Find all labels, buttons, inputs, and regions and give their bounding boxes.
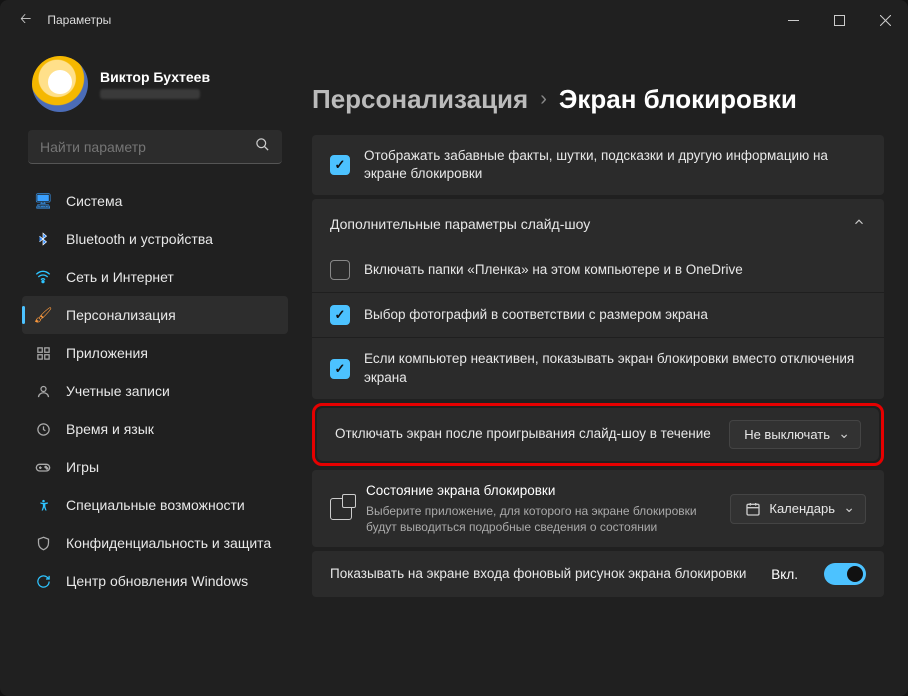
opt-fit-screen[interactable]: Выбор фотографий в соответствии с размер…: [312, 293, 884, 338]
nav-label: Приложения: [66, 345, 148, 361]
sync-icon: [34, 572, 52, 590]
close-button[interactable]: [862, 0, 908, 40]
setting-card: Отображать забавные факты, шутки, подска…: [312, 135, 884, 195]
show-signin-bg[interactable]: Показывать на экране входа фоновый рисун…: [312, 551, 884, 597]
nav-accessibility[interactable]: Специальные возможности: [22, 486, 288, 524]
back-button[interactable]: 🡠: [20, 8, 31, 32]
app-status-icon: [330, 498, 352, 520]
opt-inactive[interactable]: Если компьютер неактивен, показывать экр…: [312, 338, 884, 398]
expander-title: Дополнительные параметры слайд-шоу: [330, 216, 590, 232]
checkbox[interactable]: [330, 359, 350, 379]
user-block[interactable]: Виктор Бухтеев: [32, 56, 288, 112]
bluetooth-icon: [34, 230, 52, 248]
setting-label: Включать папки «Пленка» на этом компьюте…: [364, 261, 866, 279]
opt-turn-off-screen[interactable]: Отключать экран после проигрывания слайд…: [317, 408, 879, 461]
nav: 🖥 Система Bluetooth и устройства Сеть и И…: [22, 182, 288, 600]
nav-update[interactable]: Центр обновления Windows: [22, 562, 288, 600]
breadcrumb: Персонализация › Экран блокировки: [312, 84, 884, 115]
nav-system[interactable]: 🖥 Система: [22, 182, 288, 220]
setting-card: Состояние экрана блокировки Выберите при…: [312, 470, 884, 548]
calendar-icon: [745, 501, 761, 517]
nav-personalization[interactable]: 🖌 Персонализация: [22, 296, 288, 334]
search-input[interactable]: [40, 139, 255, 155]
turnoff-dropdown[interactable]: Не выключать: [729, 420, 861, 449]
toggle-label: Вкл.: [771, 567, 798, 582]
user-name: Виктор Бухтеев: [100, 69, 210, 85]
nav-label: Игры: [66, 459, 99, 475]
nav-privacy[interactable]: Конфиденциальность и защита: [22, 524, 288, 562]
dropdown-value: Календарь: [769, 501, 835, 516]
chevron-up-icon: [852, 215, 866, 232]
nav-label: Центр обновления Windows: [66, 573, 248, 589]
lock-screen-status[interactable]: Состояние экрана блокировки Выберите при…: [312, 470, 884, 548]
checkbox[interactable]: [330, 260, 350, 280]
breadcrumb-category[interactable]: Персонализация: [312, 84, 528, 115]
checkbox[interactable]: [330, 155, 350, 175]
setting-title: Состояние экрана блокировки: [366, 482, 716, 500]
nav-network[interactable]: Сеть и Интернет: [22, 258, 288, 296]
toggle-switch[interactable]: [824, 563, 866, 585]
nav-label: Время и язык: [66, 421, 154, 437]
search-icon: [255, 137, 270, 157]
sidebar: Виктор Бухтеев 🖥 Система Bluetooth и устр…: [0, 40, 300, 696]
clock-icon: [34, 420, 52, 438]
accessibility-icon: [34, 496, 52, 514]
nav-label: Персонализация: [66, 307, 176, 323]
chevron-right-icon: ›: [540, 88, 547, 111]
nav-accounts[interactable]: Учетные записи: [22, 372, 288, 410]
nav-label: Учетные записи: [66, 383, 170, 399]
dropdown-value: Не выключать: [744, 427, 830, 442]
monitor-icon: 🖥: [34, 192, 52, 210]
setting-label: Показывать на экране входа фоновый рисун…: [330, 565, 757, 583]
setting-card: Показывать на экране входа фоновый рисун…: [312, 551, 884, 597]
maximize-button[interactable]: [816, 0, 862, 40]
search-box[interactable]: [28, 130, 282, 164]
nav-time[interactable]: Время и язык: [22, 410, 288, 448]
page-title: Экран блокировки: [559, 84, 797, 115]
setting-label: Отключать экран после проигрывания слайд…: [335, 425, 715, 443]
window-title: Параметры: [47, 13, 770, 27]
nav-label: Система: [66, 193, 122, 209]
nav-apps[interactable]: Приложения: [22, 334, 288, 372]
brush-icon: 🖌: [34, 306, 52, 324]
shield-icon: [34, 534, 52, 552]
minimize-button[interactable]: [770, 0, 816, 40]
grid-icon: [34, 344, 52, 362]
setting-fun-facts[interactable]: Отображать забавные факты, шутки, подска…: [312, 135, 884, 195]
expander-slideshow[interactable]: Дополнительные параметры слайд-шоу: [312, 199, 884, 248]
setting-label: Если компьютер неактивен, показывать экр…: [364, 350, 866, 386]
status-app-dropdown[interactable]: Календарь: [730, 494, 866, 524]
nav-gaming[interactable]: Игры: [22, 448, 288, 486]
highlight-box: Отключать экран после проигрывания слайд…: [312, 403, 884, 466]
wifi-icon: [34, 268, 52, 286]
nav-label: Конфиденциальность и защита: [66, 535, 271, 551]
main-content: Персонализация › Экран блокировки Отобра…: [300, 40, 908, 696]
person-icon: [34, 382, 52, 400]
titlebar: 🡠 Параметры: [0, 0, 908, 40]
avatar: [32, 56, 88, 112]
opt-film-folders[interactable]: Включать папки «Пленка» на этом компьюте…: [312, 248, 884, 293]
setting-description: Выберите приложение, для которого на экр…: [366, 503, 716, 535]
setting-label: Выбор фотографий в соответствии с размер…: [364, 306, 866, 324]
user-email: [100, 89, 200, 99]
nav-label: Bluetooth и устройства: [66, 231, 213, 247]
nav-bluetooth[interactable]: Bluetooth и устройства: [22, 220, 288, 258]
checkbox[interactable]: [330, 305, 350, 325]
nav-label: Специальные возможности: [66, 497, 245, 513]
expander-card: Дополнительные параметры слайд-шоу Включ…: [312, 199, 884, 398]
setting-label: Отображать забавные факты, шутки, подска…: [364, 147, 866, 183]
nav-label: Сеть и Интернет: [66, 269, 174, 285]
gamepad-icon: [34, 458, 52, 476]
